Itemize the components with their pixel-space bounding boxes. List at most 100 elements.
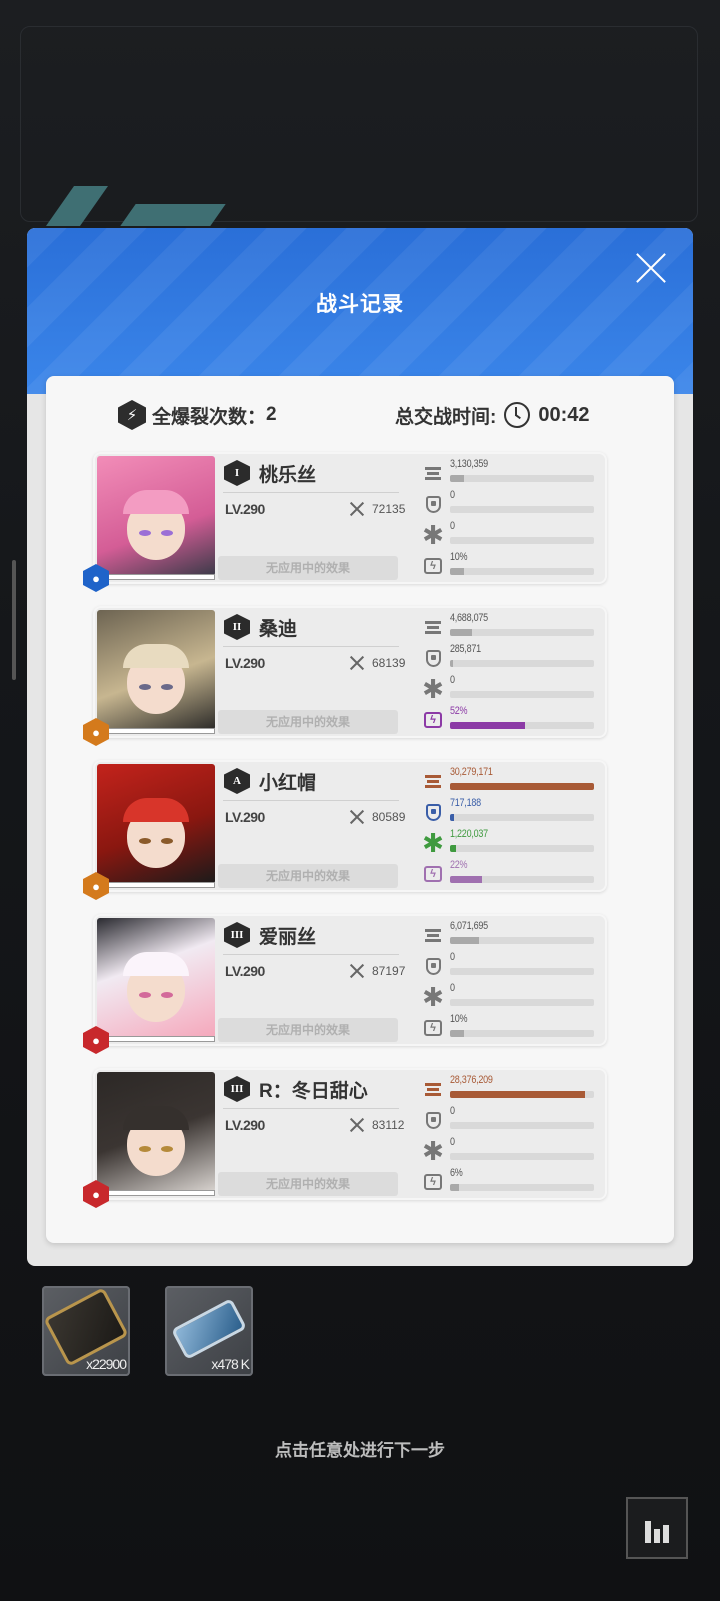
damage-dealt-icon	[423, 617, 443, 637]
character-name: 桃乐丝	[259, 465, 317, 486]
metric-value: 285,871	[450, 643, 481, 655]
burst-rank-badge: A	[224, 768, 250, 794]
continue-hint[interactable]: 点击任意处进行下一步	[0, 1436, 720, 1461]
character-portrait	[97, 610, 215, 730]
character-level: LV.290	[225, 1117, 265, 1133]
metric-bar	[450, 876, 594, 883]
metrics-list: 30,279,171 717,188 ✱ 1,220,037 ϟ 22%	[422, 766, 599, 890]
metric-value: 52%	[450, 705, 468, 717]
damage-taken-icon	[423, 802, 443, 822]
damage-taken-icon	[423, 1110, 443, 1130]
statistics-button[interactable]	[626, 1497, 688, 1559]
close-button[interactable]	[633, 250, 669, 286]
character-level: LV.290	[225, 809, 265, 825]
healing-icon: ✱	[422, 674, 444, 704]
metric-row: ✱ 0	[422, 1136, 599, 1167]
character-level: LV.290	[225, 655, 265, 671]
metric-bar	[450, 475, 594, 482]
character-eye	[139, 992, 151, 998]
total-time-stat: 总交战时间: 00:42	[395, 398, 589, 432]
metric-value: 3,130,359	[450, 458, 488, 470]
divider	[223, 800, 399, 801]
character-portrait	[97, 764, 215, 884]
metric-row: ϟ 10%	[423, 1013, 599, 1044]
reward-item[interactable]: x22900	[42, 1286, 130, 1376]
modal-header: 战斗记录	[27, 228, 693, 394]
total-time-label: 总交战时间:	[395, 406, 497, 428]
burst-count-stat: ⚡ 全爆裂次数： 2	[118, 398, 277, 432]
battle-record-modal: 战斗记录 ⚡ 全爆裂次数： 2 总交战时间: 00:42 ● I 桃乐丝 LV.…	[27, 228, 693, 1266]
healing-icon: ✱	[422, 1136, 444, 1166]
character-record-card[interactable]: ● I 桃乐丝 LV.290 72135 无应用中的效果 3,130,359 0 ✱…	[83, 452, 607, 592]
crossed-swords-icon	[348, 962, 366, 980]
burst-gauge-icon: ϟ	[423, 710, 443, 730]
burst-gauge-icon: ϟ	[423, 1172, 443, 1192]
character-eye	[139, 530, 151, 536]
metric-bar-fill	[450, 1091, 586, 1098]
kill-count: 87197	[348, 962, 405, 980]
crossed-swords-icon	[348, 1116, 366, 1134]
background-scroll-indicator	[12, 560, 16, 680]
metric-row: 0	[423, 951, 599, 982]
character-name: R：冬日甜心	[259, 1081, 368, 1102]
metric-row: ϟ 22%	[423, 859, 599, 890]
metric-bar	[450, 968, 594, 975]
character-eye	[161, 684, 173, 690]
active-effect-label: 无应用中的效果	[218, 1172, 398, 1196]
metric-value: 6,071,695	[450, 920, 488, 932]
metric-bar-fill	[450, 722, 525, 729]
metric-value: 717,188	[450, 797, 481, 809]
metric-value: 0	[450, 520, 455, 532]
character-portrait	[97, 1072, 215, 1192]
reward-quantity: x22900	[86, 1356, 127, 1372]
damage-dealt-icon	[423, 463, 443, 483]
metric-row: 30,279,171	[423, 766, 599, 797]
metric-bar	[450, 691, 594, 698]
character-record-card[interactable]: ● II 桑迪 LV.290 68139 无应用中的效果 4,688,075 28…	[83, 606, 607, 746]
character-level: LV.290	[225, 963, 265, 979]
kill-count: 83112	[348, 1116, 404, 1134]
character-name: 桑迪	[259, 619, 298, 640]
character-eye	[139, 684, 151, 690]
metric-value: 22%	[450, 859, 468, 871]
burst-gauge-icon: ϟ	[423, 864, 443, 884]
kill-count-value: 87197	[372, 964, 406, 978]
metric-bar-fill	[450, 1184, 459, 1191]
credit-card-item-icon	[43, 1287, 129, 1367]
metric-bar	[450, 568, 594, 575]
metric-row: ✱ 1,220,037	[422, 828, 599, 859]
character-hair	[123, 952, 189, 976]
metric-value: 4,688,075	[450, 612, 488, 624]
clock-icon	[504, 402, 531, 428]
metric-row: 0	[423, 1105, 599, 1136]
reward-item[interactable]: x478 K	[165, 1286, 253, 1376]
metric-bar	[450, 1030, 594, 1037]
bar-chart-icon	[663, 1525, 669, 1543]
background-stripe	[120, 204, 226, 226]
reward-quantity: x478 K	[211, 1356, 250, 1372]
portrait-gauge	[97, 1036, 215, 1042]
metrics-list: 28,376,209 0 ✱ 0 ϟ 6%	[422, 1074, 599, 1198]
metric-value: 6%	[450, 1167, 463, 1179]
divider	[223, 646, 399, 647]
character-name: 爱丽丝	[259, 927, 317, 948]
metric-row: ✱ 0	[422, 674, 599, 705]
character-record-card[interactable]: ● III 爱丽丝 LV.290 87197 无应用中的效果 6,071,695…	[83, 914, 607, 1054]
metric-row: 6,071,695	[423, 920, 599, 951]
character-record-card[interactable]: ● III R：冬日甜心 LV.290 83112 无应用中的效果 28,376…	[83, 1068, 607, 1208]
burst-gauge-icon: ϟ	[423, 556, 443, 576]
metric-bar	[450, 937, 594, 944]
character-eye	[161, 838, 173, 844]
healing-icon: ✱	[422, 520, 444, 550]
character-eye	[161, 1146, 173, 1152]
character-record-card[interactable]: ● A 小红帽 LV.290 80589 无应用中的效果 30,279,171 7…	[83, 760, 607, 900]
character-portrait	[97, 456, 215, 576]
metric-bar	[450, 814, 594, 821]
metric-bar-fill	[450, 845, 456, 852]
metric-value: 0	[450, 674, 455, 686]
damage-dealt-icon	[423, 1079, 443, 1099]
metric-bar	[450, 660, 594, 667]
portrait-gauge	[97, 574, 215, 580]
active-effect-label: 无应用中的效果	[218, 710, 398, 734]
metric-row: 28,376,209	[423, 1074, 599, 1105]
